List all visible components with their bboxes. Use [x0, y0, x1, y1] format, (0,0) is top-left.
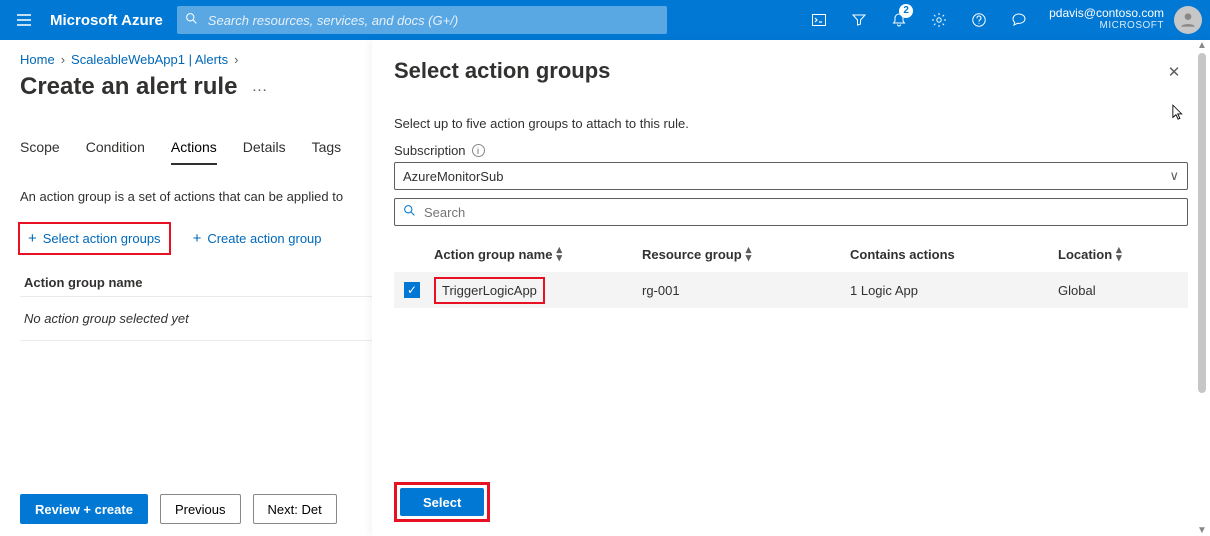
notifications-badge: 2 [899, 4, 913, 18]
wizard-footer: Review + create Previous Next: Det [20, 494, 337, 524]
help-icon[interactable] [959, 0, 999, 40]
search-icon [185, 12, 198, 28]
row-contains-actions: 1 Logic App [850, 283, 1058, 298]
plus-icon: + [193, 230, 202, 247]
tab-details[interactable]: Details [243, 139, 286, 165]
global-search-input[interactable] [206, 12, 659, 29]
subscription-dropdown[interactable]: AzureMonitorSub ∨ [394, 162, 1188, 190]
tab-actions[interactable]: Actions [171, 139, 217, 165]
action-groups-grid: Action group name ▴▾ Resource group ▴▾ C… [394, 236, 1188, 308]
panel-select-button[interactable]: Select [400, 488, 484, 516]
row-resource-group: rg-001 [642, 283, 850, 298]
portal-menu-button[interactable] [8, 12, 40, 28]
panel-title: Select action groups [394, 58, 610, 84]
chevron-down-icon: ∨ [1169, 168, 1179, 184]
global-search[interactable] [177, 6, 667, 34]
page-title: Create an alert rule [20, 73, 237, 101]
cloud-shell-icon[interactable] [799, 0, 839, 40]
col-contains-actions[interactable]: Contains actions [850, 247, 1058, 262]
col-location[interactable]: Location ▴▾ [1058, 246, 1188, 262]
plus-icon: + [28, 230, 37, 247]
sort-icon: ▴▾ [746, 246, 752, 262]
select-action-groups-panel: Select action groups ✕ Select up to five… [372, 40, 1210, 536]
subscription-value: AzureMonitorSub [403, 169, 503, 184]
account-menu[interactable]: pdavis@contoso.com MICROSOFT [1039, 0, 1168, 40]
breadcrumb-item[interactable]: ScaleableWebApp1 | Alerts [71, 52, 228, 67]
previous-button[interactable]: Previous [160, 494, 241, 524]
row-action-group-name: TriggerLogicApp [434, 277, 545, 304]
row-location: Global [1058, 283, 1188, 298]
close-icon[interactable]: ✕ [1160, 58, 1188, 86]
panel-search-input[interactable] [422, 204, 1179, 221]
sort-icon: ▴▾ [556, 246, 562, 262]
scroll-down-icon[interactable]: ▼ [1197, 525, 1207, 536]
create-action-group-label: Create action group [207, 231, 321, 246]
sort-icon: ▴▾ [1116, 246, 1122, 262]
chevron-right-icon: › [234, 52, 238, 67]
panel-scrollbar[interactable]: ▲ ▼ [1194, 40, 1210, 536]
select-action-groups-label: Select action groups [43, 231, 161, 246]
info-icon[interactable]: i [472, 144, 485, 157]
topbar-icons: 2 [799, 0, 1039, 40]
more-icon[interactable]: … [251, 78, 268, 96]
search-icon [403, 204, 416, 220]
notifications-icon[interactable]: 2 [879, 0, 919, 40]
avatar[interactable] [1174, 6, 1202, 34]
account-tenant: MICROSOFT [1100, 19, 1165, 33]
review-create-button[interactable]: Review + create [20, 494, 148, 524]
subscription-label: Subscription i [394, 143, 1188, 158]
account-email: pdavis@contoso.com [1049, 7, 1164, 19]
chevron-right-icon: › [61, 52, 65, 67]
col-action-group-name[interactable]: Action group name ▴▾ [434, 246, 642, 262]
brand-label[interactable]: Microsoft Azure [50, 12, 163, 29]
scroll-up-icon[interactable]: ▲ [1197, 40, 1207, 51]
select-action-groups-button[interactable]: + Select action groups [18, 222, 171, 255]
directory-filter-icon[interactable] [839, 0, 879, 40]
feedback-icon[interactable] [999, 0, 1039, 40]
breadcrumb-item[interactable]: Home [20, 52, 55, 67]
azure-topbar: Microsoft Azure 2 pdavis@contoso.com MIC… [0, 0, 1210, 40]
tab-condition[interactable]: Condition [86, 139, 145, 165]
next-button[interactable]: Next: Det [253, 494, 337, 524]
action-group-row[interactable]: ✓ TriggerLogicApp rg-001 1 Logic App Glo… [394, 272, 1188, 308]
settings-icon[interactable] [919, 0, 959, 40]
panel-search[interactable] [394, 198, 1188, 226]
row-checkbox[interactable]: ✓ [404, 282, 420, 298]
panel-subtitle: Select up to five action groups to attac… [394, 116, 1188, 131]
create-action-group-button[interactable]: + Create action group [185, 222, 330, 255]
scroll-thumb[interactable] [1198, 53, 1206, 393]
tab-scope[interactable]: Scope [20, 139, 60, 165]
col-resource-group[interactable]: Resource group ▴▾ [642, 246, 850, 262]
tab-tags[interactable]: Tags [312, 139, 342, 165]
